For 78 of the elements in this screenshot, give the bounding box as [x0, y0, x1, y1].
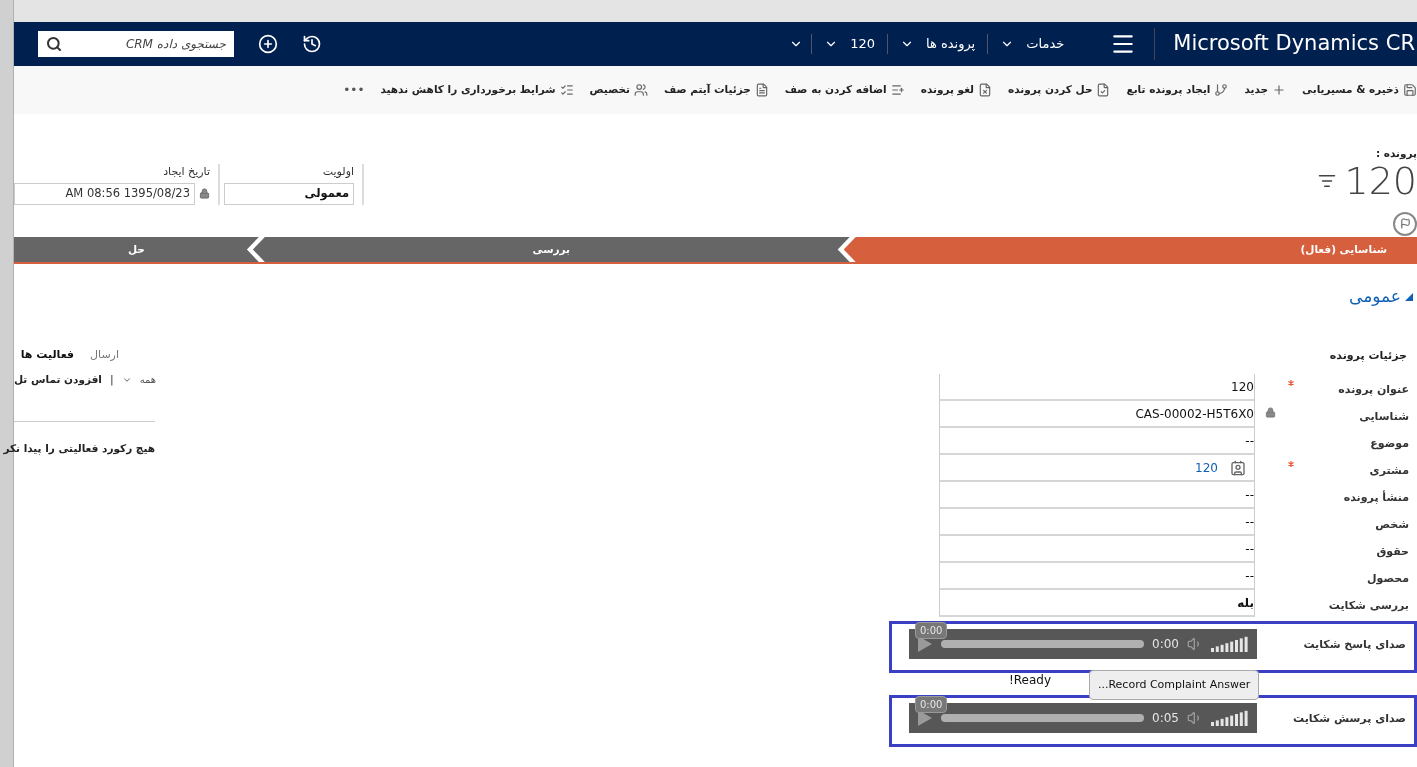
progress-track[interactable]	[941, 714, 1145, 722]
field-label: اولویت	[322, 164, 354, 180]
flag-icon	[1399, 218, 1411, 230]
field-value[interactable]: --	[939, 482, 1255, 509]
toolbar-button[interactable]: جدید	[1244, 82, 1287, 98]
add-icon[interactable]	[258, 34, 278, 54]
toolbar-button[interactable]: تخصیص	[589, 82, 648, 98]
volume-bars-icon[interactable]	[1211, 636, 1249, 652]
section-header[interactable]: عمومی	[1348, 284, 1417, 310]
activity-tab[interactable]: ارسال	[90, 347, 119, 364]
volume-bars-icon[interactable]	[1211, 710, 1249, 726]
list-plus-icon	[890, 83, 905, 97]
process-stage[interactable]: بررسی	[252, 237, 850, 262]
flag-button[interactable]	[1393, 211, 1417, 236]
toolbar-button[interactable]: شرایط برخورداری را کاهش ندهید	[380, 82, 574, 98]
contact-card-icon	[1230, 459, 1246, 476]
nav-dropdown[interactable]: خدمات	[988, 34, 1077, 54]
field-value[interactable]: بله	[939, 590, 1255, 617]
entity-label: پرونده :	[1375, 146, 1417, 162]
search-icon[interactable]	[46, 36, 62, 52]
toolbar-button[interactable]: ایجاد پرونده تابع	[1126, 82, 1229, 98]
empty-message: هیچ رکورد فعالیتی را پیدا نکر	[3, 441, 155, 457]
history-icon[interactable]	[302, 34, 322, 54]
save-icon	[1403, 83, 1417, 97]
caret-down-icon	[1405, 292, 1413, 301]
process-stage[interactable]: حل	[14, 237, 259, 262]
field-value[interactable]: --	[939, 536, 1255, 563]
document-check-icon	[1096, 83, 1111, 97]
field-label: عنوان پرونده	[1337, 382, 1410, 398]
filter-dropdown[interactable]: همه	[121, 372, 157, 388]
field-label: صدای پاسخ شکایت	[1302, 637, 1407, 653]
field-label: تاریخ ایجاد	[163, 164, 210, 180]
checklist-icon	[559, 83, 574, 97]
document-icon	[754, 83, 769, 97]
field-value[interactable]: --	[939, 563, 1255, 590]
field-label: شناسایی	[1358, 409, 1410, 425]
field-value[interactable]: --	[939, 428, 1255, 455]
more-button[interactable]: •••	[343, 81, 365, 99]
add-call-link[interactable]: افزودن تماس تل	[14, 371, 102, 388]
field-value[interactable]: AM 08:56 1395/08/23	[14, 182, 195, 205]
toolbar-button[interactable]: اضافه کردن به صف	[784, 82, 905, 98]
process-stage[interactable]: شناسایی (فعال)	[843, 237, 1417, 262]
audio-time: 0:00	[1152, 636, 1179, 653]
nav-dropdown[interactable]: پرونده ها	[887, 34, 988, 54]
field-value[interactable]: CAS-00002-H5T6X0	[939, 401, 1255, 428]
toolbar-button[interactable]: حل کردن پرونده	[1008, 82, 1111, 98]
field-label: موضوع	[1369, 436, 1410, 452]
nav-dropdown[interactable]: 120	[812, 34, 887, 54]
progress-track[interactable]	[941, 640, 1145, 648]
field-label: شخص	[1374, 517, 1410, 533]
section-title: جزئیات پرونده	[1329, 347, 1408, 364]
users-icon	[634, 83, 648, 97]
toolbar-button[interactable]: ذخیره & مسیریابی	[1302, 82, 1417, 98]
field-label: بررسی شکایت	[1327, 598, 1410, 614]
record-title: 120	[1344, 161, 1417, 200]
field-label: منشأ پرونده	[1342, 489, 1410, 506]
branch-icon	[1214, 83, 1229, 97]
field-value[interactable]: 120	[939, 455, 1255, 482]
field-label: مشتری	[1368, 463, 1410, 479]
time-tooltip: 0:00	[915, 696, 948, 713]
activity-tab[interactable]: فعالیت ها	[20, 347, 75, 364]
app-title: Microsoft Dynamics CR	[1172, 30, 1416, 58]
toolbar-button[interactable]: جزئیات آیتم صف	[664, 82, 769, 98]
time-tooltip: 0:00	[915, 622, 948, 639]
status-text: Ready!	[1009, 672, 1052, 689]
record-button[interactable]: Record Complaint Answer...	[1089, 670, 1260, 700]
search-field[interactable]: جستجوی داده CRM	[38, 31, 234, 57]
plus-icon	[1272, 83, 1287, 97]
field-value[interactable]: معمولی	[224, 182, 354, 205]
field-value[interactable]: 120	[939, 374, 1255, 401]
separator: |	[109, 371, 114, 388]
field-value[interactable]: --	[939, 509, 1255, 536]
field-label: حقوق	[1375, 544, 1410, 560]
document-x-icon	[978, 83, 993, 97]
audio-time: 0:05	[1152, 710, 1179, 727]
field-label: صدای پرسش شکایت	[1292, 711, 1407, 727]
field-label: محصول	[1365, 571, 1410, 587]
toolbar-button[interactable]: لغو پرونده	[920, 82, 993, 98]
